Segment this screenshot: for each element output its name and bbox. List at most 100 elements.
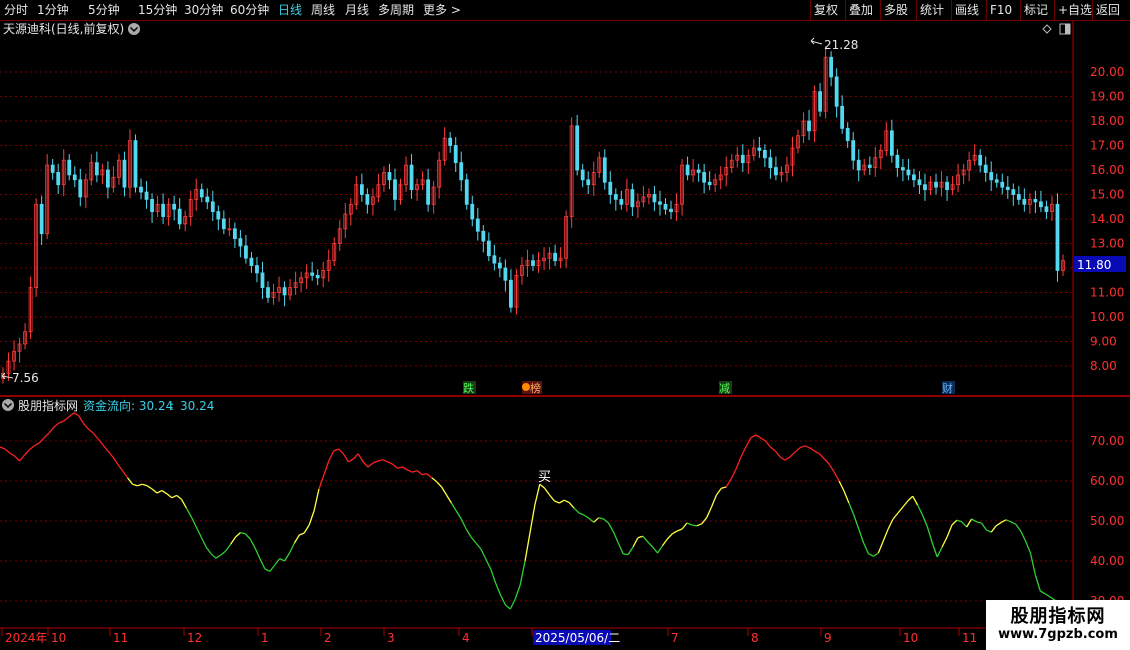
last-price-badge: 11.80 <box>1074 256 1126 272</box>
indicator-segment <box>284 552 291 562</box>
indicator-segment <box>907 495 914 502</box>
indicator-segment <box>1044 593 1051 598</box>
time-label: 7 <box>671 631 679 645</box>
indicator-segment <box>730 468 737 480</box>
candle-body <box>509 279 513 308</box>
indicator-segment <box>176 494 182 500</box>
price-tick-label: 20.00 <box>1090 65 1124 79</box>
mark-button[interactable]: 标记 <box>1020 0 1051 20</box>
indicator-segment <box>0 446 6 450</box>
f10-button[interactable]: F10 <box>986 0 1015 20</box>
draw-line-button[interactable]: 画线 <box>951 0 982 20</box>
indicator-segment <box>986 529 992 533</box>
indicator-segment <box>814 450 820 455</box>
indicator-segment <box>559 499 565 504</box>
indicator-segment <box>833 471 840 482</box>
indicator-tick-label: 40.00 <box>1090 554 1124 568</box>
indicator-segment <box>166 493 173 499</box>
indicator-segment <box>259 558 266 570</box>
indicator-segment <box>333 448 339 452</box>
indicator-segment <box>976 521 982 524</box>
indicator-segment <box>789 451 796 458</box>
candle-body <box>492 255 497 264</box>
tab-more[interactable]: 更多 > <box>423 0 461 20</box>
indicator-segment <box>971 518 977 523</box>
event-tag-die[interactable]: 跌 <box>463 381 476 395</box>
indicator-segment <box>161 490 168 495</box>
indicator-segment <box>710 494 718 508</box>
kline-chart-area[interactable]: 天源迪科(日线,前复权) 20.0019.0018.0017.0016.0015… <box>0 21 1130 650</box>
indicator-segment <box>603 518 609 524</box>
event-tag-bang[interactable]: 榜 <box>522 381 542 395</box>
indicator-segment <box>112 456 119 465</box>
multi-stock-button[interactable]: 多股 <box>880 0 911 20</box>
tab-weekly[interactable]: 周线 <box>311 0 335 20</box>
indicator-segment <box>554 500 560 504</box>
time-label: 2025/05/06/二 <box>535 631 620 645</box>
candle-body <box>669 208 673 213</box>
candle-body <box>255 265 259 274</box>
indicator-segment <box>774 450 781 458</box>
event-tag-cai[interactable]: 财 <box>942 381 955 395</box>
time-label: 3 <box>387 631 395 645</box>
indicator-segment <box>421 473 428 476</box>
indicator-segment <box>691 524 697 527</box>
tab-1min[interactable]: 1分钟 <box>37 0 69 20</box>
tab-daily[interactable]: 日线 <box>278 0 302 20</box>
diamond-icon[interactable] <box>1042 24 1052 34</box>
add-favorite-button[interactable]: +自选 <box>1054 0 1095 20</box>
indicator-segment <box>82 422 89 430</box>
indicator-segment <box>313 488 320 512</box>
price-tick-label: 10.00 <box>1090 310 1124 324</box>
tab-multi-period[interactable]: 多周期 <box>378 0 414 20</box>
candle-body <box>1000 181 1005 188</box>
tab-30min[interactable]: 30分钟 <box>184 0 223 20</box>
candle-body <box>663 203 668 210</box>
indicator-segment <box>1015 523 1022 532</box>
indicator-segment <box>475 542 482 550</box>
panel-toggle-icon[interactable] <box>1059 23 1071 35</box>
tab-60min[interactable]: 60分钟 <box>230 0 269 20</box>
indicator-segment <box>180 499 188 509</box>
main-panel-collapse-icon[interactable] <box>128 23 140 35</box>
candle-body <box>602 157 607 183</box>
indicator-segment <box>912 495 919 506</box>
stats-button[interactable]: 统计 <box>916 0 947 20</box>
indicator-segment <box>230 536 237 545</box>
indicator-segment <box>897 506 904 514</box>
indicator-segment <box>804 445 810 449</box>
candle-body <box>409 164 414 191</box>
capital-flow-line <box>0 412 1056 610</box>
indicator-segment <box>823 458 830 465</box>
event-tag-jian[interactable]: 减 <box>719 381 732 395</box>
candle-body <box>122 159 127 188</box>
indicator-segment <box>1039 590 1046 595</box>
indicator-segment <box>455 510 462 520</box>
indicator-segment <box>342 453 349 463</box>
indicator-segment <box>868 553 874 557</box>
tab-15min[interactable]: 15分钟 <box>138 0 177 20</box>
tab-5min[interactable]: 5分钟 <box>88 0 120 20</box>
price-tick-label: 8.00 <box>1090 359 1117 373</box>
back-button[interactable]: 返回 <box>1092 0 1123 20</box>
indicator-segment <box>68 412 75 418</box>
indicator-segment <box>598 517 604 520</box>
indicator-segment <box>725 478 732 488</box>
price-axis: 20.00 19.00 18.00 17.00 16.00 15.00 14.00 13.00… <box>1090 65 1124 373</box>
indicator-segment <box>43 432 50 439</box>
fuquan-button[interactable]: 复权 <box>810 0 841 20</box>
tab-fenshi[interactable]: 分时 <box>4 0 28 20</box>
candle-body <box>945 181 949 190</box>
overlay-button[interactable]: 叠加 <box>845 0 876 20</box>
indicator-segment <box>240 531 246 535</box>
tab-monthly[interactable]: 月线 <box>345 0 369 20</box>
indicator-segment <box>995 522 1002 527</box>
low-price-label: 7.56 <box>12 371 39 385</box>
indicator-segment <box>171 494 177 499</box>
indicator-collapse-icon[interactable] <box>2 399 14 411</box>
indicator-segment <box>92 432 99 440</box>
indicator-segment <box>274 558 281 566</box>
indicator-value: 30.24 <box>180 399 214 413</box>
time-label: 8 <box>751 631 759 645</box>
candle-body <box>553 252 557 262</box>
